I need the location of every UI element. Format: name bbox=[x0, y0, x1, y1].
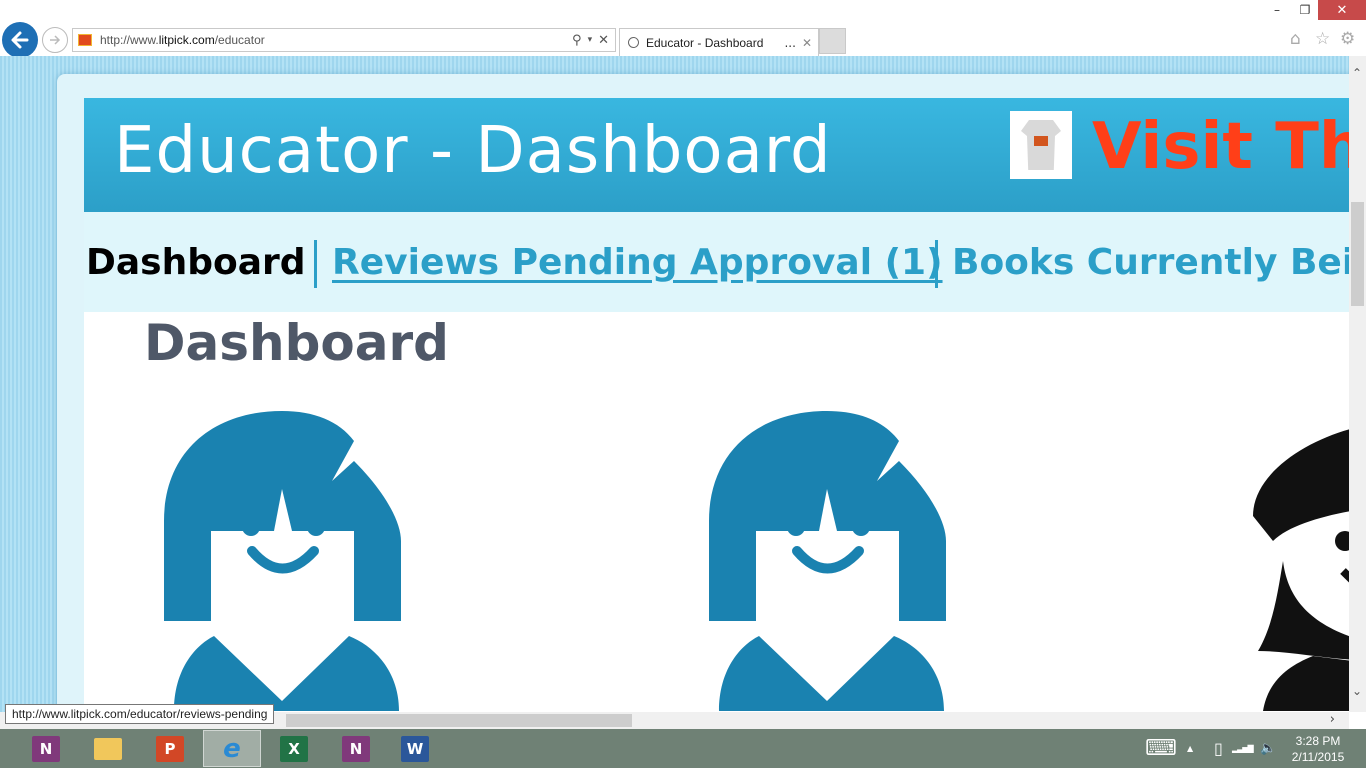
taskbar-onenote[interactable]: N bbox=[17, 730, 75, 767]
forward-arrow-icon bbox=[50, 35, 61, 45]
beret-avatar-icon bbox=[1253, 429, 1349, 711]
forward-button[interactable] bbox=[42, 27, 68, 53]
promo-link[interactable]: Visit The bbox=[1092, 110, 1349, 184]
browser-chrome: – ❐ ✕ http://www.litpick.com/educator ⚲ … bbox=[0, 0, 1366, 58]
page-viewport: Educator - Dashboard Visit The Dashboard… bbox=[0, 56, 1349, 712]
nav-divider bbox=[314, 240, 317, 288]
internet-explorer-icon: e bbox=[223, 733, 241, 764]
girl-avatar-icon bbox=[709, 411, 946, 711]
clock-time: 3:28 PM bbox=[1295, 734, 1341, 748]
favorites-star-icon[interactable]: ☆ bbox=[1315, 29, 1330, 49]
tab-title: Educator - Dashboard bbox=[646, 35, 764, 50]
page-title: Educator - Dashboard bbox=[114, 114, 832, 188]
tab-ellipsis: ... bbox=[784, 35, 796, 50]
onenote-clipper-icon: N bbox=[342, 735, 370, 762]
taskbar-internet-explorer[interactable]: e bbox=[203, 730, 261, 767]
tab-educator-dashboard[interactable]: Educator - Dashboard ... ✕ bbox=[619, 28, 819, 56]
content-heading: Dashboard bbox=[144, 314, 449, 372]
battery-icon[interactable]: ▯ bbox=[1214, 729, 1223, 768]
system-clock[interactable]: 3:28 PM 2/11/2015 bbox=[1286, 733, 1350, 765]
clock-date: 2/11/2015 bbox=[1291, 750, 1345, 764]
onenote-icon: N bbox=[32, 735, 60, 762]
nav-bar: Dashboard Reviews Pending Approval (1) B… bbox=[84, 212, 1349, 312]
nav-reviews-pending[interactable]: Reviews Pending Approval (1) bbox=[332, 242, 943, 283]
girl-avatar[interactable] bbox=[164, 411, 401, 711]
vertical-scrollbar[interactable]: ⌃ ⌄ bbox=[1349, 56, 1366, 712]
close-window-button[interactable]: ✕ bbox=[1318, 0, 1366, 20]
address-bar[interactable]: http://www.litpick.com/educator ⚲ ▾ ✕ bbox=[72, 28, 616, 52]
header-banner: Educator - Dashboard Visit The bbox=[84, 98, 1349, 212]
search-icon[interactable]: ⚲ bbox=[572, 33, 582, 48]
horizontal-scroll-thumb[interactable] bbox=[286, 714, 632, 727]
home-icon[interactable]: ⌂ bbox=[1290, 29, 1301, 49]
girl-avatar-icon bbox=[164, 411, 401, 711]
taskbar-excel[interactable]: X bbox=[265, 730, 323, 767]
scroll-down-icon[interactable]: ⌄ bbox=[1352, 684, 1362, 698]
back-button[interactable] bbox=[2, 22, 38, 58]
minimize-button[interactable]: – bbox=[1262, 0, 1292, 20]
status-url-tooltip: http://www.litpick.com/educator/reviews-… bbox=[5, 704, 275, 724]
tshirt-icon bbox=[1021, 120, 1061, 170]
touch-keyboard-icon[interactable]: ⌨ bbox=[1145, 729, 1177, 768]
taskbar-powerpoint[interactable]: P bbox=[141, 730, 199, 767]
girl-avatar[interactable] bbox=[709, 411, 946, 711]
taskbar-word[interactable]: W bbox=[386, 730, 444, 767]
volume-icon[interactable]: 🔈 bbox=[1260, 729, 1276, 768]
nav-books-current[interactable]: Books Currently Being bbox=[952, 242, 1349, 283]
show-hidden-icons-chevron-icon[interactable]: ▲ bbox=[1187, 729, 1193, 768]
tab-close-icon[interactable]: ✕ bbox=[802, 36, 812, 50]
dashboard-content: Dashboard bbox=[84, 312, 1349, 712]
folder-icon bbox=[94, 737, 122, 760]
nav-divider bbox=[935, 240, 938, 288]
url-host: litpick.com bbox=[158, 33, 215, 47]
beret-avatar[interactable] bbox=[1253, 411, 1349, 711]
tshirt-thumbnail[interactable] bbox=[1010, 111, 1072, 179]
nav-dashboard[interactable]: Dashboard bbox=[86, 242, 306, 283]
word-icon: W bbox=[401, 735, 429, 762]
vertical-scroll-thumb[interactable] bbox=[1351, 202, 1364, 306]
url-path: /educator bbox=[214, 33, 265, 47]
scroll-up-icon[interactable]: ⌃ bbox=[1352, 66, 1362, 80]
taskbar-file-explorer[interactable] bbox=[79, 730, 137, 767]
dropdown-icon[interactable]: ▾ bbox=[588, 35, 593, 45]
url-prefix: http://www. bbox=[100, 33, 159, 47]
close-icon: ✕ bbox=[1336, 2, 1348, 18]
url-input[interactable]: http://www.litpick.com/educator bbox=[100, 33, 572, 47]
back-arrow-icon bbox=[11, 31, 29, 49]
new-tab-button[interactable] bbox=[819, 28, 846, 54]
minimize-icon: – bbox=[1274, 3, 1280, 17]
restore-button[interactable]: ❐ bbox=[1292, 0, 1318, 20]
powerpoint-icon: P bbox=[156, 735, 184, 762]
excel-icon: X bbox=[280, 735, 308, 762]
taskbar-onenote-clipper[interactable]: N bbox=[327, 730, 385, 767]
scroll-right-icon[interactable]: › bbox=[1330, 712, 1335, 727]
gear-icon[interactable]: ⚙ bbox=[1340, 29, 1355, 49]
site-favicon-icon bbox=[78, 34, 92, 46]
loading-spinner-icon bbox=[628, 37, 639, 48]
restore-icon: ❐ bbox=[1299, 3, 1311, 17]
stop-icon[interactable]: ✕ bbox=[598, 33, 609, 48]
network-signal-icon[interactable]: ▂▃▅▇ bbox=[1232, 729, 1254, 768]
tshirt-logo bbox=[1034, 136, 1048, 146]
